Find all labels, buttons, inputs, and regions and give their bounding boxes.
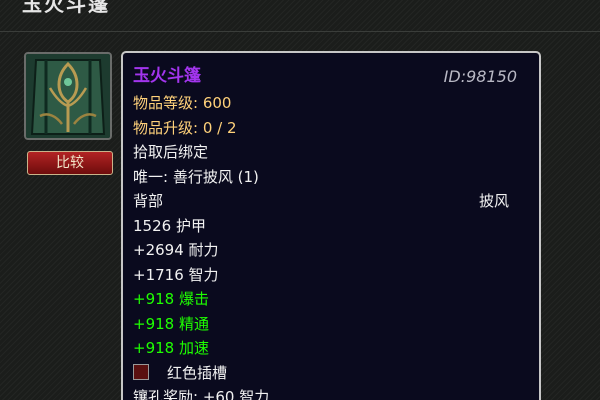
equip-slot: 背部 xyxy=(133,192,164,210)
red-socket-icon xyxy=(133,363,149,380)
socket-row: 红色插槽 xyxy=(133,361,529,386)
socket-bonus: 镶孔奖励: +60 智力 xyxy=(133,388,270,400)
page-title: 玉火斗篷 xyxy=(22,0,110,16)
crit-stat: +918 爆击 xyxy=(133,290,209,308)
item-tooltip: 玉火斗篷 ID:98150 物品等级: 600 物品升级: 0 / 2 拾取后绑… xyxy=(121,51,541,400)
item-id: ID:98150 xyxy=(443,67,517,86)
header-divider xyxy=(0,31,600,32)
mastery-stat: +918 精通 xyxy=(133,314,209,333)
cloak-icon[interactable] xyxy=(24,52,112,140)
upgrade-level: 物品升级: 0 / 2 xyxy=(133,118,237,137)
item-level: 物品等级: 600 xyxy=(133,94,232,112)
cloak-icon-graphic xyxy=(26,54,110,138)
armor-stat: 1526 护甲 xyxy=(133,216,206,235)
intellect-stat: +1716 智力 xyxy=(133,265,219,284)
socket-label: 红色插槽 xyxy=(167,363,228,382)
slot-row: 背部 披风 xyxy=(133,189,529,214)
item-type: 披风 xyxy=(478,192,509,210)
unique-equipped: 唯一: 善行披风 (1) xyxy=(133,167,259,186)
stamina-stat: +2694 耐力 xyxy=(133,241,219,259)
compare-button[interactable]: 比较 xyxy=(27,151,113,175)
bind-type: 拾取后绑定 xyxy=(133,143,209,161)
haste-stat: +918 加速 xyxy=(133,339,209,357)
